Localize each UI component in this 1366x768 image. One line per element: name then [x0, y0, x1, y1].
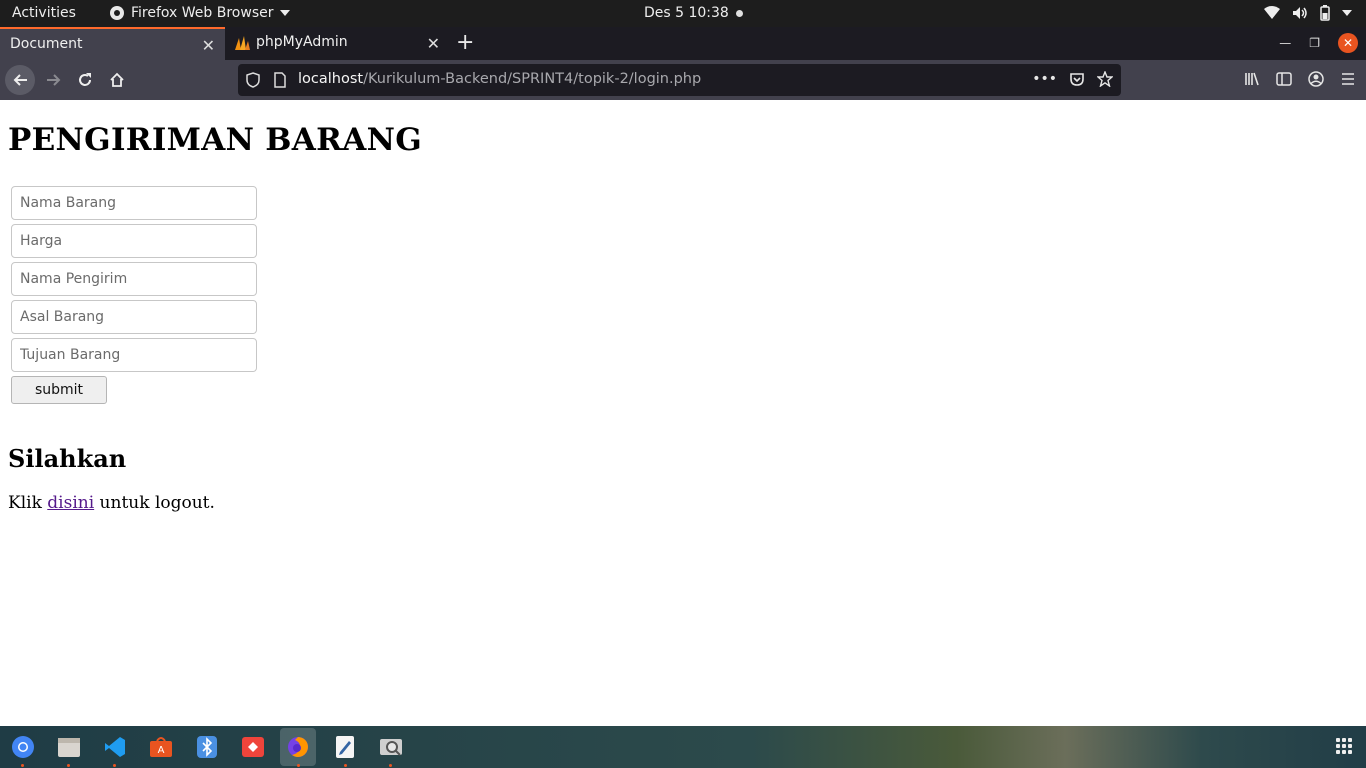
software-icon[interactable]: A — [148, 734, 174, 760]
tab-label: Document — [10, 36, 83, 52]
shield-icon[interactable] — [246, 72, 260, 88]
app-menu[interactable]: Firefox Web Browser — [109, 5, 290, 21]
running-indicator — [297, 764, 300, 767]
screenshot-icon[interactable] — [378, 734, 404, 760]
logout-link[interactable]: disini — [47, 493, 94, 513]
back-button[interactable] — [5, 65, 35, 95]
arrow-right-icon — [47, 74, 61, 86]
url-host: localhost — [298, 71, 364, 87]
vscode-icon[interactable] — [102, 734, 128, 760]
tab-document[interactable]: Document ✕ — [0, 27, 225, 60]
logout-text: Klik disini untuk logout. — [8, 493, 215, 513]
running-indicator — [67, 764, 70, 767]
anydesk-icon[interactable] — [240, 734, 266, 760]
nama-barang-input[interactable] — [11, 186, 257, 220]
files-icon[interactable] — [56, 734, 82, 760]
tab-label: phpMyAdmin — [256, 34, 348, 50]
library-icon[interactable] — [1244, 71, 1260, 87]
firefox-icon — [110, 6, 124, 20]
submit-button[interactable]: submit — [11, 376, 107, 404]
logout-suffix: untuk logout. — [94, 493, 215, 513]
shipping-form: submit — [11, 186, 257, 404]
page-content: PENGIRIMAN BARANG submit Silahkan Klik d… — [0, 100, 1366, 726]
reload-icon — [79, 73, 91, 86]
forward-button[interactable] — [40, 66, 68, 94]
harga-input[interactable] — [11, 224, 257, 258]
system-menu-chevron-icon — [1342, 10, 1352, 16]
pocket-icon[interactable] — [1069, 71, 1085, 87]
sidebar-icon[interactable] — [1276, 71, 1292, 87]
toolbar-right — [1244, 71, 1356, 87]
nama-pengirim-input[interactable] — [11, 262, 257, 296]
tab-phpmyadmin[interactable]: phpMyAdmin ✕ — [226, 27, 450, 60]
system-tray[interactable] — [1264, 5, 1352, 21]
address-bar[interactable]: localhost/Kurikulum-Backend/SPRINT4/topi… — [238, 64, 1121, 96]
account-icon[interactable] — [1308, 71, 1324, 87]
new-tab-button[interactable]: + — [456, 30, 474, 55]
dock: A — [0, 726, 1366, 768]
close-window-button[interactable]: ✕ — [1338, 33, 1358, 53]
url-actions: ••• — [1032, 71, 1113, 87]
bookmark-star-icon[interactable] — [1097, 71, 1113, 87]
running-indicator — [344, 764, 347, 767]
close-tab-icon[interactable]: ✕ — [427, 34, 440, 53]
home-icon — [110, 72, 124, 87]
navigation-toolbar: localhost/Kurikulum-Backend/SPRINT4/topi… — [0, 60, 1366, 100]
app-menu-label: Firefox Web Browser — [131, 5, 274, 21]
text-editor-icon[interactable] — [332, 734, 358, 760]
running-indicator — [113, 764, 116, 767]
chrome-icon[interactable] — [10, 734, 36, 760]
firefox-dock-icon[interactable] — [280, 728, 316, 766]
system-top-bar: Activities Firefox Web Browser Des 5 10:… — [0, 0, 1366, 27]
url-path: /Kurikulum-Backend/SPRINT4/topik-2/login… — [363, 71, 702, 87]
page-title: PENGIRIMAN BARANG — [8, 122, 422, 158]
logout-prefix: Klik — [8, 493, 48, 513]
minimize-button[interactable]: — — [1279, 36, 1291, 50]
home-button[interactable] — [103, 66, 131, 94]
hamburger-menu-icon[interactable] — [1340, 71, 1356, 87]
close-tab-icon[interactable]: ✕ — [202, 36, 215, 55]
volume-icon — [1293, 7, 1307, 19]
window-controls: — ❐ ✕ — [1279, 33, 1358, 53]
activities-button[interactable]: Activities — [12, 5, 76, 21]
section-heading: Silahkan — [8, 444, 127, 473]
url-text[interactable]: localhost/Kurikulum-Backend/SPRINT4/topi… — [298, 71, 701, 87]
notification-dot — [736, 10, 743, 17]
running-indicator — [21, 764, 24, 767]
running-indicator — [389, 764, 392, 767]
phpmyadmin-icon — [235, 36, 250, 50]
page-info-icon[interactable] — [274, 72, 286, 88]
svg-text:A: A — [158, 745, 165, 756]
page-actions-icon[interactable]: ••• — [1032, 71, 1057, 87]
show-applications-icon[interactable] — [1336, 738, 1352, 754]
clock[interactable]: Des 5 10:38 — [644, 5, 729, 21]
tujuan-barang-input[interactable] — [11, 338, 257, 372]
arrow-left-icon — [13, 74, 27, 86]
tab-strip: Document ✕ phpMyAdmin ✕ + — ❐ ✕ — [0, 27, 1366, 60]
asal-barang-input[interactable] — [11, 300, 257, 334]
maximize-button[interactable]: ❐ — [1309, 36, 1320, 50]
battery-icon — [1320, 5, 1330, 21]
reload-button[interactable] — [71, 66, 99, 94]
bluetooth-icon[interactable] — [194, 734, 220, 760]
wifi-icon — [1264, 6, 1280, 19]
chevron-down-icon — [279, 10, 290, 16]
